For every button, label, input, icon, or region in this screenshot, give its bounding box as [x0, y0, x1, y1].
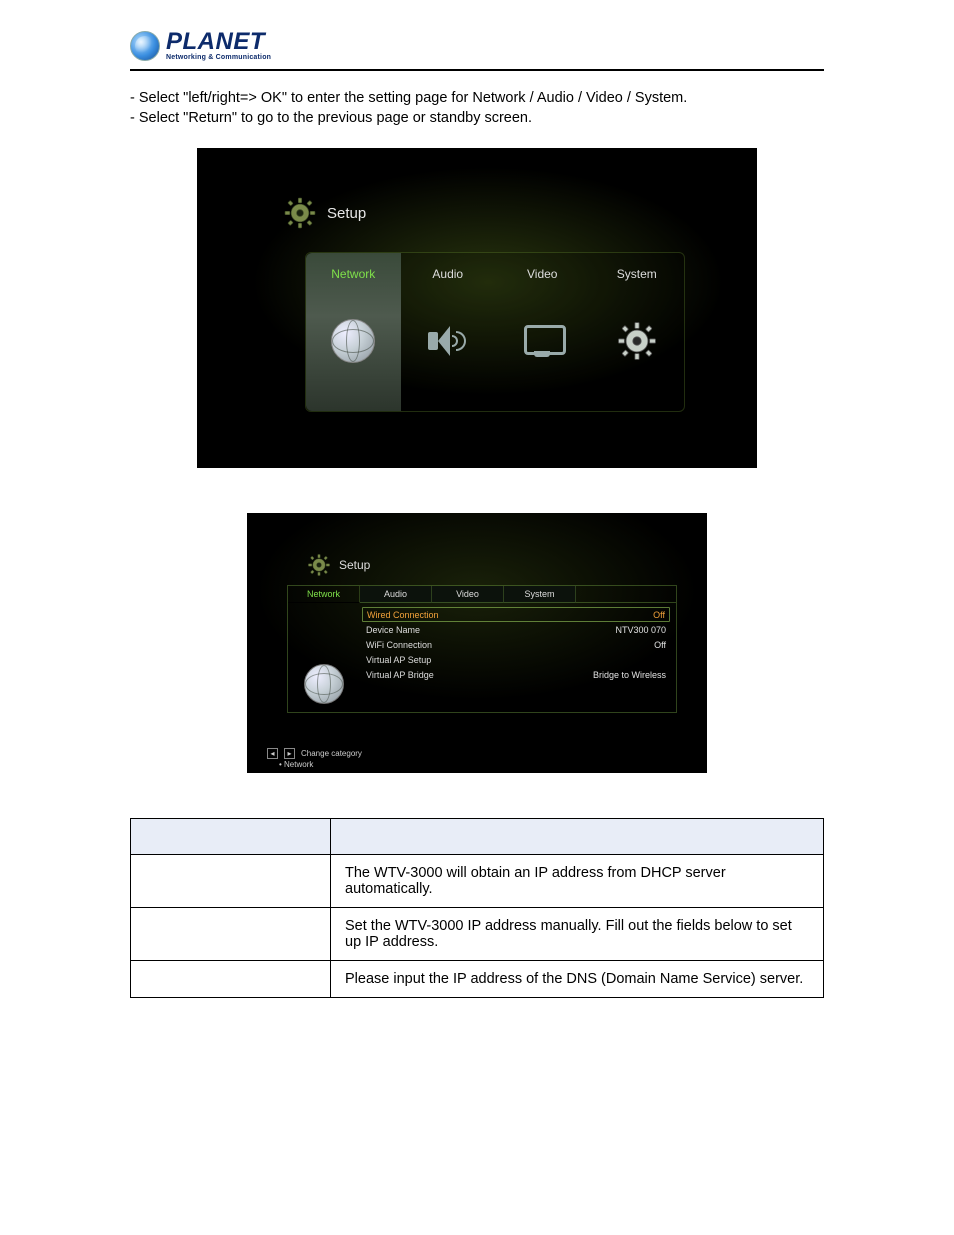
menu-item-video[interactable]: Video [495, 253, 590, 411]
menu-label: Video [527, 267, 557, 281]
row-label: Virtual AP Setup [366, 655, 431, 665]
tab-network[interactable]: Network [288, 586, 360, 603]
brand-logo: PLANET Networking & Communication [130, 30, 824, 61]
row-virtual-ap-setup[interactable]: Virtual AP Setup [366, 652, 666, 667]
instructions-block: - Select "left/right=> OK" to enter the … [130, 89, 824, 128]
table-cell-label [131, 961, 331, 998]
config-table: The WTV-3000 will obtain an IP address f… [130, 818, 824, 998]
network-globe-icon [331, 319, 375, 363]
table-cell-desc: The WTV-3000 will obtain an IP address f… [331, 855, 824, 908]
table-header-right [331, 819, 824, 855]
globe-icon [130, 31, 160, 61]
menu-item-audio[interactable]: Audio [401, 253, 496, 411]
network-panel: Wired Connection Off Device Name NTV300 … [287, 603, 677, 713]
row-label: WiFi Connection [366, 640, 432, 650]
header-rule [130, 69, 824, 71]
table-cell-desc: Please input the IP address of the DNS (… [331, 961, 824, 998]
row-virtual-ap-bridge[interactable]: Virtual AP Bridge Bridge to Wireless [366, 667, 666, 682]
tab-video[interactable]: Video [432, 586, 504, 603]
setup-title: Setup [339, 558, 370, 572]
row-value: Off [653, 610, 665, 620]
row-wifi-connection[interactable]: WiFi Connection Off [366, 637, 666, 652]
nav-hint-sub: • Network [279, 760, 313, 769]
menu-item-network[interactable]: Network [306, 253, 401, 411]
tab-audio[interactable]: Audio [360, 586, 432, 603]
logo-tagline: Networking & Communication [166, 54, 271, 61]
row-device-name[interactable]: Device Name NTV300 070 [366, 622, 666, 637]
table-row: Please input the IP address of the DNS (… [131, 961, 824, 998]
row-value: Bridge to Wireless [593, 670, 666, 680]
row-label: Wired Connection [367, 610, 439, 620]
row-label: Device Name [366, 625, 420, 635]
row-value: NTV300 070 [615, 625, 666, 635]
row-wired-connection[interactable]: Wired Connection Off [362, 607, 670, 622]
row-value: Off [654, 640, 666, 650]
table-header-left [131, 819, 331, 855]
instruction-line: - Select "Return" to go to the previous … [130, 109, 824, 129]
nav-hint-text: Change category [301, 749, 362, 758]
left-arrow-icon: ◂ [267, 748, 278, 759]
gear-icon [283, 196, 317, 230]
nav-hint: ◂ ▸ Change category [267, 748, 362, 759]
logo-text: PLANET [166, 30, 271, 54]
table-row: Set the WTV-3000 IP address manually. Fi… [131, 908, 824, 961]
instruction-line: - Select "left/right=> OK" to enter the … [130, 89, 824, 109]
tab-system[interactable]: System [504, 586, 576, 603]
settings-tabs: Network Audio Video System [287, 585, 677, 603]
table-row: The WTV-3000 will obtain an IP address f… [131, 855, 824, 908]
menu-item-system[interactable]: System [590, 253, 685, 411]
system-gear-icon [615, 319, 659, 363]
menu-label: Network [331, 267, 375, 281]
menu-label: Audio [432, 267, 463, 281]
gear-icon [307, 553, 331, 577]
network-settings-screenshot: Setup Network Audio Video System Wired C… [247, 513, 707, 773]
row-label: Virtual AP Bridge [366, 670, 434, 680]
table-cell-label [131, 855, 331, 908]
menu-label: System [617, 267, 657, 281]
setup-category-menu: Network Audio Video System [305, 252, 685, 412]
table-cell-label [131, 908, 331, 961]
setup-main-screenshot: Setup Network Audio Video System [197, 148, 757, 468]
right-arrow-icon: ▸ [284, 748, 295, 759]
table-cell-desc: Set the WTV-3000 IP address manually. Fi… [331, 908, 824, 961]
video-monitor-icon [522, 325, 562, 357]
setup-title: Setup [327, 205, 366, 222]
audio-speaker-icon [428, 326, 468, 356]
network-globe-icon [304, 664, 344, 704]
